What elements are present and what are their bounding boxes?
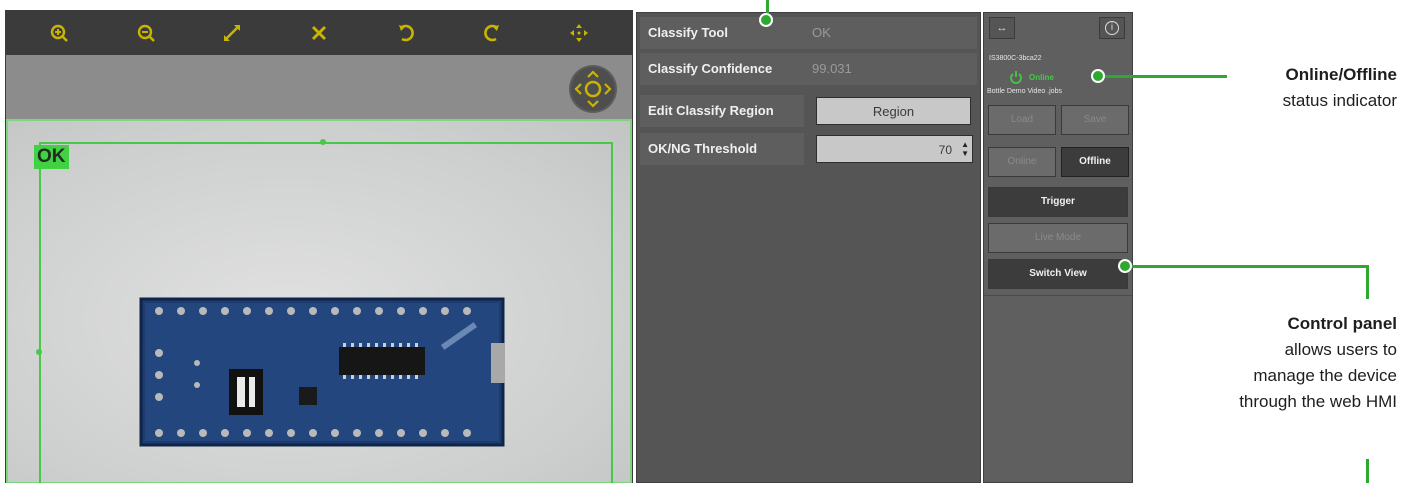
callout-line-online <box>1099 75 1227 78</box>
callout-line-control-h <box>1130 265 1369 268</box>
power-icon <box>1010 71 1022 84</box>
fit-diagonal-icon[interactable] <box>217 18 247 48</box>
classify-tool-result: OK <box>804 17 977 49</box>
load-button[interactable]: Load <box>988 105 1056 135</box>
close-cross-icon[interactable] <box>304 18 334 48</box>
live-mode-button[interactable]: Live Mode <box>988 223 1128 253</box>
camera-image[interactable]: OK <box>6 119 632 483</box>
callout-line-control-v <box>1366 265 1369 299</box>
online-callout-text: status indicator <box>1282 91 1397 110</box>
callout-line-control-v2 <box>1366 459 1369 483</box>
region-handle-top[interactable] <box>320 139 326 145</box>
control-callout-title: Control panel <box>1287 314 1397 333</box>
online-button[interactable]: Online <box>988 147 1056 177</box>
region-button[interactable]: Region <box>816 97 971 125</box>
threshold-value: 70 <box>938 143 952 157</box>
offline-button[interactable]: Offline <box>1061 147 1129 177</box>
edit-classify-region-row: Edit Classify Region Region <box>640 95 977 127</box>
classify-tool-row: Classify Tool OK <box>640 17 977 49</box>
info-icon: i <box>1105 21 1119 35</box>
callout-dot-online <box>1091 69 1105 83</box>
control-panel: ↔ i IS3800C-3bca22 Online Bottle Demo Vi… <box>983 12 1133 483</box>
online-callout: Online/Offline status indicator <box>1283 62 1397 114</box>
status-text: Online <box>1029 72 1054 82</box>
job-name: Bottle Demo Video .jobs <box>987 88 1062 95</box>
classify-confidence-row: Classify Confidence 99.031 <box>640 53 977 85</box>
rotate-cw-icon[interactable] <box>477 18 507 48</box>
switch-view-button[interactable]: Switch View <box>988 259 1128 289</box>
control-callout-line-3: through the web HMI <box>1239 392 1397 411</box>
rotate-ccw-icon[interactable] <box>391 18 421 48</box>
info-button[interactable]: i <box>1099 17 1125 39</box>
move-icon[interactable] <box>564 18 594 48</box>
image-viewer: OK <box>5 10 633 483</box>
threshold-stepper[interactable]: 70 ▲ ▼ <box>816 135 973 163</box>
classify-tool-panel: Classify Tool OK Classify Confidence 99.… <box>636 12 981 483</box>
stepper-arrows-icon[interactable]: ▲ ▼ <box>961 140 969 158</box>
control-callout-line-1: allows users to <box>1284 340 1397 359</box>
zoom-out-icon[interactable] <box>131 18 161 48</box>
online-callout-title: Online/Offline <box>1285 65 1397 84</box>
callout-dot-control <box>1118 259 1132 273</box>
divider <box>984 295 1132 296</box>
device-name: IS3800C-3bca22 <box>989 55 1042 62</box>
region-handle-left[interactable] <box>36 349 42 355</box>
control-callout: Control panel allows users to manage the… <box>1239 311 1397 415</box>
threshold-label: OK/NG Threshold <box>640 133 804 165</box>
classify-confidence-label: Classify Confidence <box>640 53 804 85</box>
stage: OK Classify Tool OK Classify Confidence … <box>0 0 1409 483</box>
classify-tool-label: Classify Tool <box>640 17 804 49</box>
edit-classify-region-label: Edit Classify Region <box>640 95 804 127</box>
threshold-row: OK/NG Threshold 70 ▲ ▼ <box>640 133 977 165</box>
control-callout-line-2: manage the device <box>1253 366 1397 385</box>
viewer-subbar <box>6 55 632 119</box>
trigger-button[interactable]: Trigger <box>988 187 1128 217</box>
save-button[interactable]: Save <box>1061 105 1129 135</box>
classify-confidence-value: 99.031 <box>804 53 977 85</box>
viewer-toolbar <box>6 11 632 55</box>
collapse-button[interactable]: ↔ <box>989 17 1015 39</box>
result-tag: OK <box>34 145 69 169</box>
pan-control-icon[interactable] <box>569 65 617 113</box>
circuit-board <box>139 297 505 447</box>
callout-dot-top <box>759 13 773 27</box>
zoom-in-icon[interactable] <box>44 18 74 48</box>
